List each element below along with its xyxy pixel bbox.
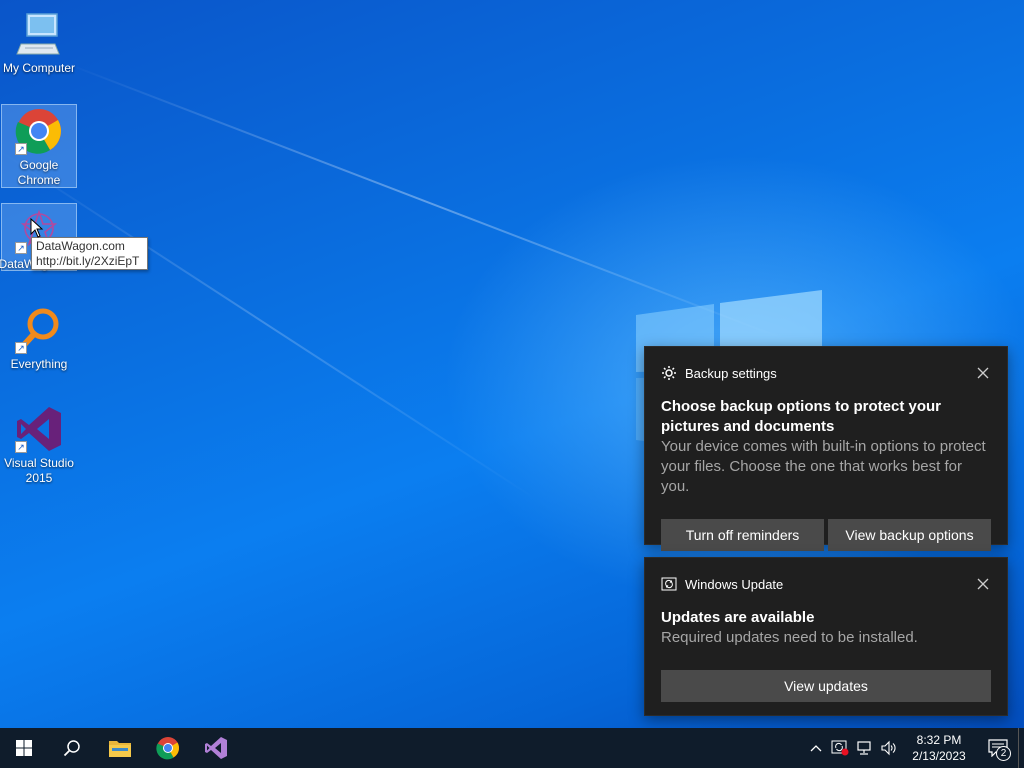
search-icon[interactable] (48, 728, 96, 768)
desktop-icon-everything[interactable]: ↗ Everything (1, 304, 77, 372)
system-tray: 8:32 PM 2/13/2023 2 (804, 728, 1024, 768)
show-desktop-button[interactable] (1018, 728, 1024, 768)
tooltip-line: http://bit.ly/2XziEpT (36, 254, 140, 268)
chrome-icon[interactable] (144, 728, 192, 768)
toast-body: Required updates need to be installed. (661, 629, 918, 646)
chevron-up-icon[interactable] (804, 728, 828, 768)
tooltip-line: DataWagon.com (36, 239, 125, 253)
volume-icon[interactable] (876, 728, 900, 768)
windows-update-tray-icon[interactable] (828, 728, 852, 768)
close-icon[interactable] (975, 365, 991, 381)
desktop-icon-my-computer[interactable]: My Computer (1, 8, 77, 76)
desktop-icon-google-chrome[interactable]: ↗ Google Chrome (1, 104, 77, 188)
close-icon[interactable] (975, 576, 991, 592)
wallpaper-light-beam (0, 150, 537, 501)
desktop-icon-label: Google Chrome (17, 158, 61, 187)
gear-icon (661, 365, 677, 381)
visual-studio-icon: ↗ (15, 405, 63, 453)
clock-date: 2/13/2023 (912, 749, 966, 763)
toast-body: Your device comes with built-in options … (661, 438, 986, 495)
taskbar: 8:32 PM 2/13/2023 2 (0, 728, 1024, 768)
clock[interactable]: 8:32 PM 2/13/2023 (900, 732, 978, 764)
clock-time: 8:32 PM (916, 733, 962, 747)
everything-search-icon: ↗ (15, 306, 63, 354)
toast-backup-settings[interactable]: Backup settings Choose backup options to… (644, 346, 1008, 551)
toast-windows-update[interactable]: Windows Update Updates are available Req… (644, 557, 1008, 716)
desktop-icon-label: My Computer (2, 61, 76, 75)
notification-count-badge: 2 (996, 746, 1011, 761)
action-center-button[interactable]: 2 (978, 728, 1018, 768)
view-updates-button[interactable]: View updates (661, 670, 991, 702)
toast-app-name: Backup settings (685, 365, 777, 381)
desktop-icon-label: Everything (10, 357, 68, 371)
network-icon[interactable] (852, 728, 876, 768)
file-explorer-icon[interactable] (96, 728, 144, 768)
turn-off-reminders-button[interactable]: Turn off reminders (661, 519, 824, 551)
sync-icon (661, 576, 677, 592)
view-backup-options-button[interactable]: View backup options (828, 519, 991, 551)
desktop-icon-visual-studio[interactable]: ↗ Visual Studio 2015 (1, 403, 77, 486)
shortcut-arrow-icon: ↗ (15, 143, 27, 155)
computer-icon (15, 10, 63, 58)
toast-app-name: Windows Update (685, 576, 784, 592)
toast-title: Choose backup options to protect your pi… (661, 398, 942, 435)
visual-studio-icon[interactable] (192, 728, 240, 768)
chrome-icon: ↗ (15, 107, 63, 155)
shortcut-arrow-icon: ↗ (15, 242, 27, 254)
mouse-cursor-icon (30, 218, 44, 238)
desktop-icon-label: Visual Studio 2015 (4, 456, 74, 485)
toast-title: Updates are available (661, 609, 815, 626)
shortcut-arrow-icon: ↗ (15, 342, 27, 354)
shortcut-arrow-icon: ↗ (15, 441, 27, 453)
tooltip: DataWagon.com http://bit.ly/2XziEpT (31, 237, 148, 270)
start-icon[interactable] (0, 728, 48, 768)
